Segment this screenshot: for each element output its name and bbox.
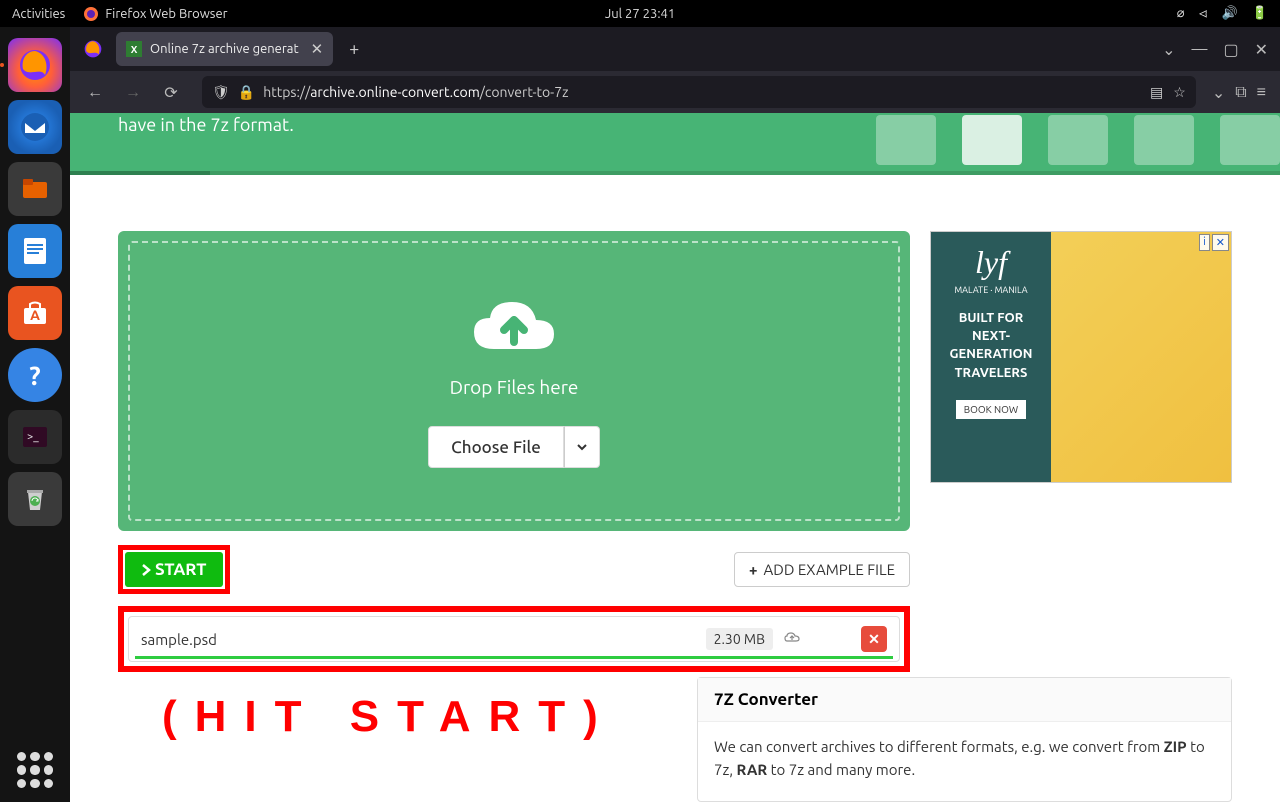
add-example-button[interactable]: + ADD EXAMPLE FILE xyxy=(734,552,910,587)
site-favicon: X xyxy=(126,41,142,57)
svg-text:>_: >_ xyxy=(27,431,39,443)
choose-file-dropdown[interactable] xyxy=(564,426,600,468)
pocket-icon[interactable]: ⌄ xyxy=(1212,83,1225,102)
list-tabs-icon[interactable]: ⌄ xyxy=(1162,40,1175,59)
active-app-label: Firefox Web Browser xyxy=(105,7,227,21)
shield-icon[interactable]: 🛡 xyxy=(212,84,230,101)
dock-thunderbird[interactable] xyxy=(8,100,62,154)
firefox-window: X Online 7z archive generat ✕ + ⌄ — ▢ ✕ … xyxy=(70,27,1280,802)
plus-icon: + xyxy=(749,561,757,578)
activities-button[interactable]: Activities xyxy=(12,7,65,21)
nav-reload-button[interactable]: ⟳ xyxy=(156,77,186,107)
bookmark-star-icon[interactable]: ☆ xyxy=(1173,84,1186,101)
file-delete-button[interactable]: ✕ xyxy=(861,626,887,652)
info-card-title: 7Z Converter xyxy=(698,678,1231,722)
ad-info-icon[interactable]: i xyxy=(1199,234,1210,251)
network-icon[interactable]: ⏿ xyxy=(1199,6,1208,21)
file-row: sample.psd 2.30 MB ✕ xyxy=(128,616,900,662)
hdr-doc-icon[interactable] xyxy=(1048,115,1108,165)
window-minimize-button[interactable]: — xyxy=(1192,40,1208,58)
start-button-label: START xyxy=(155,560,207,579)
chevron-right-icon xyxy=(141,563,151,577)
hdr-png-icon[interactable] xyxy=(876,115,936,165)
choose-file-button[interactable]: Choose File xyxy=(428,426,600,468)
add-example-label: ADD EXAMPLE FILE xyxy=(764,561,896,578)
battery-icon[interactable]: 🔋 xyxy=(1252,6,1268,21)
file-name: sample.psd xyxy=(141,631,217,648)
chevron-down-icon xyxy=(576,441,588,453)
hdr-pdf-icon[interactable] xyxy=(1134,115,1194,165)
firefox-home-button[interactable] xyxy=(76,32,110,66)
extensions-icon[interactable]: ⧉ xyxy=(1235,83,1246,102)
ad-close-icon[interactable]: ✕ xyxy=(1212,234,1229,251)
choose-file-label: Choose File xyxy=(428,426,564,468)
info-card: 7Z Converter We can convert archives to … xyxy=(697,677,1232,802)
ad-location: MALATE · MANILA xyxy=(943,285,1039,295)
browser-tab[interactable]: X Online 7z archive generat ✕ xyxy=(116,32,333,66)
url-text: https://archive.online-convert.com/conve… xyxy=(263,84,568,100)
start-highlight: START xyxy=(118,545,230,594)
lock-icon[interactable]: 🔒 xyxy=(238,84,255,101)
tab-title: Online 7z archive generat xyxy=(150,42,299,56)
gnome-top-bar: Activities Firefox Web Browser Jul 27 23… xyxy=(0,0,1280,27)
clock[interactable]: Jul 27 23:41 xyxy=(605,7,675,21)
ad-logo: lyf xyxy=(943,244,1039,281)
hdr-chart-icon[interactable] xyxy=(962,115,1022,165)
tab-close-button[interactable]: ✕ xyxy=(311,40,324,58)
firefox-tab-bar: X Online 7z archive generat ✕ + ⌄ — ▢ ✕ xyxy=(70,27,1280,71)
svg-text:A: A xyxy=(30,307,40,323)
new-tab-button[interactable]: + xyxy=(339,39,369,59)
header-subtitle: have in the 7z format. xyxy=(118,113,294,135)
app-menu-button[interactable]: ≡ xyxy=(1257,83,1266,102)
nav-forward-button[interactable]: → xyxy=(118,77,148,107)
ad-headline: BUILT FOR NEXT-GENERATION TRAVELERS xyxy=(943,309,1039,382)
file-highlight: sample.psd 2.30 MB ✕ xyxy=(118,606,910,672)
upload-cloud-icon xyxy=(464,294,564,364)
firefox-icon xyxy=(83,39,103,59)
window-close-button[interactable]: ✕ xyxy=(1255,40,1268,59)
url-bar[interactable]: 🛡 🔒 https://archive.online-convert.com/c… xyxy=(202,76,1196,108)
dock-trash[interactable] xyxy=(8,472,62,526)
accessibility-icon[interactable]: ⌀ xyxy=(1177,6,1185,21)
reader-mode-icon[interactable]: ▤ xyxy=(1150,84,1163,101)
window-maximize-button[interactable]: ▢ xyxy=(1223,40,1238,59)
file-source-icon xyxy=(783,628,801,650)
firefox-toolbar: ← → ⟳ 🛡 🔒 https://archive.online-convert… xyxy=(70,71,1280,113)
info-card-body: We can convert archives to different for… xyxy=(698,722,1231,801)
ad-controls: i ✕ xyxy=(1199,234,1229,251)
file-size: 2.30 MB xyxy=(706,628,773,650)
dock-help[interactable]: ? xyxy=(8,348,62,402)
page-header: have in the 7z format. xyxy=(70,113,1280,171)
nav-back-button[interactable]: ← xyxy=(80,77,110,107)
dock-firefox[interactable] xyxy=(8,38,62,92)
dropzone-label: Drop Files here xyxy=(450,376,579,398)
start-button[interactable]: START xyxy=(125,552,223,587)
firefox-icon xyxy=(83,6,99,22)
active-app[interactable]: Firefox Web Browser xyxy=(83,6,227,22)
page-content: have in the 7z format. Drop Files here xyxy=(70,113,1280,802)
dock-libreoffice-writer[interactable] xyxy=(8,224,62,278)
dock-terminal[interactable]: >_ xyxy=(8,410,62,464)
file-dropzone[interactable]: Drop Files here Choose File xyxy=(118,231,910,531)
dock-files[interactable] xyxy=(8,162,62,216)
volume-icon[interactable]: 🔊 xyxy=(1222,6,1238,21)
header-nav-icons xyxy=(876,113,1280,171)
dock-show-apps[interactable] xyxy=(17,752,53,788)
hdr-font-icon[interactable] xyxy=(1220,115,1280,165)
ad-cta-button[interactable]: BOOK NOW xyxy=(956,400,1026,419)
ubuntu-dock: A ? >_ xyxy=(0,27,70,802)
dock-ubuntu-software[interactable]: A xyxy=(8,286,62,340)
advertisement[interactable]: lyf MALATE · MANILA BUILT FOR NEXT-GENER… xyxy=(930,231,1232,483)
